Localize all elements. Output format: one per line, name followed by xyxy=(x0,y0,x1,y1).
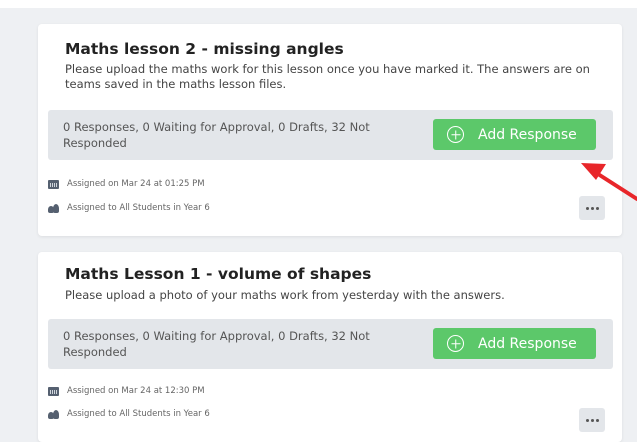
assigned-to-text: Assigned to All Students in Year 6 xyxy=(67,203,210,213)
assigned-on-text: Assigned on Mar 24 at 01:25 PM xyxy=(67,179,205,189)
assigned-to-text: Assigned to All Students in Year 6 xyxy=(67,409,210,419)
assignment-title[interactable]: Maths Lesson 1 - volume of shapes xyxy=(65,265,371,283)
assignment-card: Maths lesson 2 - missing angles Please u… xyxy=(38,24,622,236)
assigned-on: Assigned on Mar 24 at 12:30 PM xyxy=(48,386,205,396)
response-bar: 0 Responses, 0 Waiting for Approval, 0 D… xyxy=(48,319,613,369)
response-status: 0 Responses, 0 Waiting for Approval, 0 D… xyxy=(63,120,370,150)
assignment-title[interactable]: Maths lesson 2 - missing angles xyxy=(65,40,344,58)
more-dots-icon xyxy=(595,418,599,422)
more-dots-icon xyxy=(595,206,599,210)
users-icon xyxy=(48,203,59,213)
response-status: 0 Responses, 0 Waiting for Approval, 0 D… xyxy=(63,329,370,359)
calendar-icon xyxy=(48,179,59,189)
response-bar: 0 Responses, 0 Waiting for Approval, 0 D… xyxy=(48,110,613,160)
assignment-description: Please upload a photo of your maths work… xyxy=(65,288,505,302)
plus-circle-icon xyxy=(447,126,464,143)
more-options-button[interactable] xyxy=(579,408,605,432)
add-response-label: Add Response xyxy=(478,335,577,352)
plus-circle-icon xyxy=(447,335,464,352)
top-bar xyxy=(0,0,637,8)
more-dots-icon xyxy=(585,418,589,422)
assigned-on-text: Assigned on Mar 24 at 12:30 PM xyxy=(67,386,205,396)
assigned-to: Assigned to All Students in Year 6 xyxy=(48,409,210,419)
add-response-button[interactable]: Add Response xyxy=(433,119,596,150)
assignment-description: Please upload the maths work for this le… xyxy=(65,62,590,91)
more-options-button[interactable] xyxy=(579,196,605,220)
more-dots-icon xyxy=(590,418,594,422)
more-dots-icon xyxy=(590,206,594,210)
assigned-to: Assigned to All Students in Year 6 xyxy=(48,203,210,213)
add-response-button[interactable]: Add Response xyxy=(433,328,596,359)
add-response-label: Add Response xyxy=(478,126,577,143)
more-dots-icon xyxy=(585,206,589,210)
users-icon xyxy=(48,409,59,419)
assigned-on: Assigned on Mar 24 at 01:25 PM xyxy=(48,179,205,189)
calendar-icon xyxy=(48,386,59,396)
assignment-card: Maths Lesson 1 - volume of shapes Please… xyxy=(38,252,622,442)
